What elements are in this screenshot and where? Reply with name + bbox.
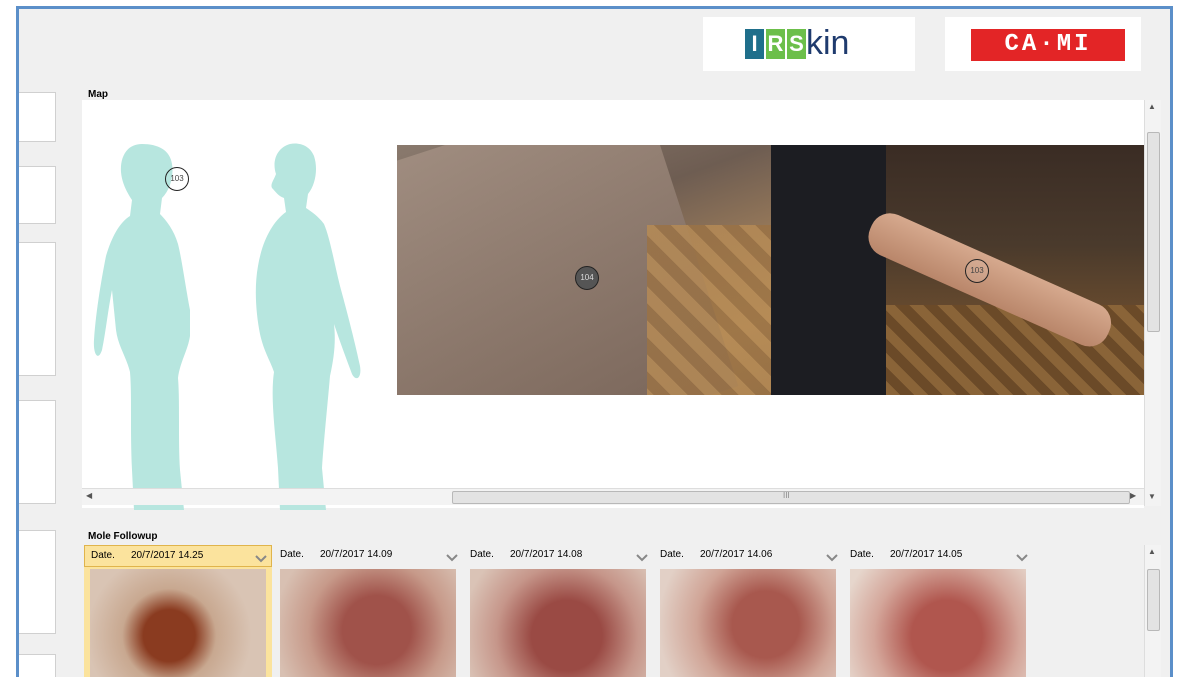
- scroll-left-icon[interactable]: ◀: [86, 491, 92, 500]
- app-window: I R S kin CA·MI Map 103 104 103 ▲ ▼ ◀ II…: [16, 6, 1173, 677]
- body-silhouette-front[interactable]: [90, 140, 195, 510]
- map-section: Map 103 104 103 ▲ ▼ ◀ III ▶: [78, 78, 1170, 530]
- date-label: Date.: [91, 550, 115, 561]
- map-vertical-thumb[interactable]: [1147, 132, 1160, 332]
- scroll-up-icon[interactable]: ▲: [1148, 102, 1156, 111]
- map-title: Map: [88, 89, 108, 100]
- chevron-down-icon[interactable]: [255, 552, 267, 564]
- person-torso: [771, 145, 886, 395]
- followup-vertical-scrollbar[interactable]: ▲: [1144, 545, 1161, 677]
- overview-photo[interactable]: [771, 145, 1145, 395]
- floor-region: [647, 225, 771, 395]
- logo-letter-r: R: [766, 29, 785, 59]
- followup-card[interactable]: Date. 20/7/2017 14.05: [844, 545, 1032, 677]
- left-panel-box[interactable]: [19, 92, 56, 142]
- body-silhouette-side[interactable]: [248, 138, 363, 510]
- map-horizontal-scrollbar[interactable]: ◀ III ▶: [82, 488, 1144, 505]
- date-label: Date.: [850, 549, 874, 560]
- map-vertical-scrollbar[interactable]: ▲ ▼: [1144, 100, 1161, 506]
- overview-marker[interactable]: 103: [965, 259, 989, 283]
- dermoscopy-image[interactable]: [660, 569, 836, 677]
- left-panel-box[interactable]: [19, 654, 56, 677]
- followup-date: 20/7/2017 14.05: [890, 549, 963, 560]
- chevron-down-icon[interactable]: [446, 551, 458, 563]
- followup-card[interactable]: Date. 20/7/2017 14.08: [464, 545, 652, 677]
- left-panel-box[interactable]: [19, 166, 56, 224]
- header-bar: I R S kin CA·MI: [19, 9, 1170, 78]
- followup-card-header: Date. 20/7/2017 14.05: [844, 545, 1032, 567]
- dermoscopy-image[interactable]: [850, 569, 1026, 677]
- map-horizontal-thumb[interactable]: III: [452, 491, 1130, 504]
- closeup-marker[interactable]: 104: [575, 266, 599, 290]
- scroll-right-icon[interactable]: ▶: [1130, 491, 1136, 500]
- left-panel-box[interactable]: [19, 530, 56, 634]
- left-panel: [19, 78, 67, 677]
- followup-date: 20/7/2017 14.25: [131, 550, 204, 561]
- cami-logo: CA·MI: [945, 17, 1141, 71]
- date-label: Date.: [280, 549, 304, 560]
- scroll-down-icon[interactable]: ▼: [1148, 492, 1156, 501]
- followup-card[interactable]: Date. 20/7/2017 14.09: [274, 545, 462, 677]
- followup-card-header: Date. 20/7/2017 14.06: [654, 545, 842, 567]
- followup-date: 20/7/2017 14.09: [320, 549, 393, 560]
- chevron-down-icon[interactable]: [1016, 551, 1028, 563]
- cami-logo-text: CA·MI: [971, 29, 1125, 61]
- silhouette-marker[interactable]: 103: [165, 167, 189, 191]
- scroll-up-icon[interactable]: ▲: [1148, 547, 1156, 556]
- logo-suffix: kin: [806, 24, 850, 62]
- left-panel-box[interactable]: [19, 400, 56, 504]
- left-panel-box[interactable]: [19, 242, 56, 376]
- irskin-logo: I R S kin: [703, 17, 915, 71]
- followup-date: 20/7/2017 14.06: [700, 549, 773, 560]
- followup-card[interactable]: Date. 20/7/2017 14.06: [654, 545, 842, 677]
- chevron-down-icon[interactable]: [826, 551, 838, 563]
- followup-card-header: Date. 20/7/2017 14.25: [84, 545, 272, 567]
- map-canvas[interactable]: 103 104 103: [82, 100, 1145, 510]
- scroll-grip: III: [783, 491, 790, 500]
- dermoscopy-image[interactable]: [90, 569, 266, 677]
- followup-title: Mole Followup: [88, 531, 158, 542]
- mole-followup-section: Mole Followup Date. 20/7/2017 14.25 Date…: [78, 529, 1170, 677]
- logo-letter-i: I: [745, 29, 764, 59]
- logo-letter-s: S: [787, 29, 806, 59]
- dermoscopy-image[interactable]: [280, 569, 456, 677]
- followup-card-header: Date. 20/7/2017 14.09: [274, 545, 462, 567]
- dermoscopy-image[interactable]: [470, 569, 646, 677]
- chevron-down-icon[interactable]: [636, 551, 648, 563]
- date-label: Date.: [660, 549, 684, 560]
- followup-card-header: Date. 20/7/2017 14.08: [464, 545, 652, 567]
- followup-card[interactable]: Date. 20/7/2017 14.25: [84, 545, 272, 677]
- followup-date: 20/7/2017 14.08: [510, 549, 583, 560]
- followup-vertical-thumb[interactable]: [1147, 569, 1160, 631]
- date-label: Date.: [470, 549, 494, 560]
